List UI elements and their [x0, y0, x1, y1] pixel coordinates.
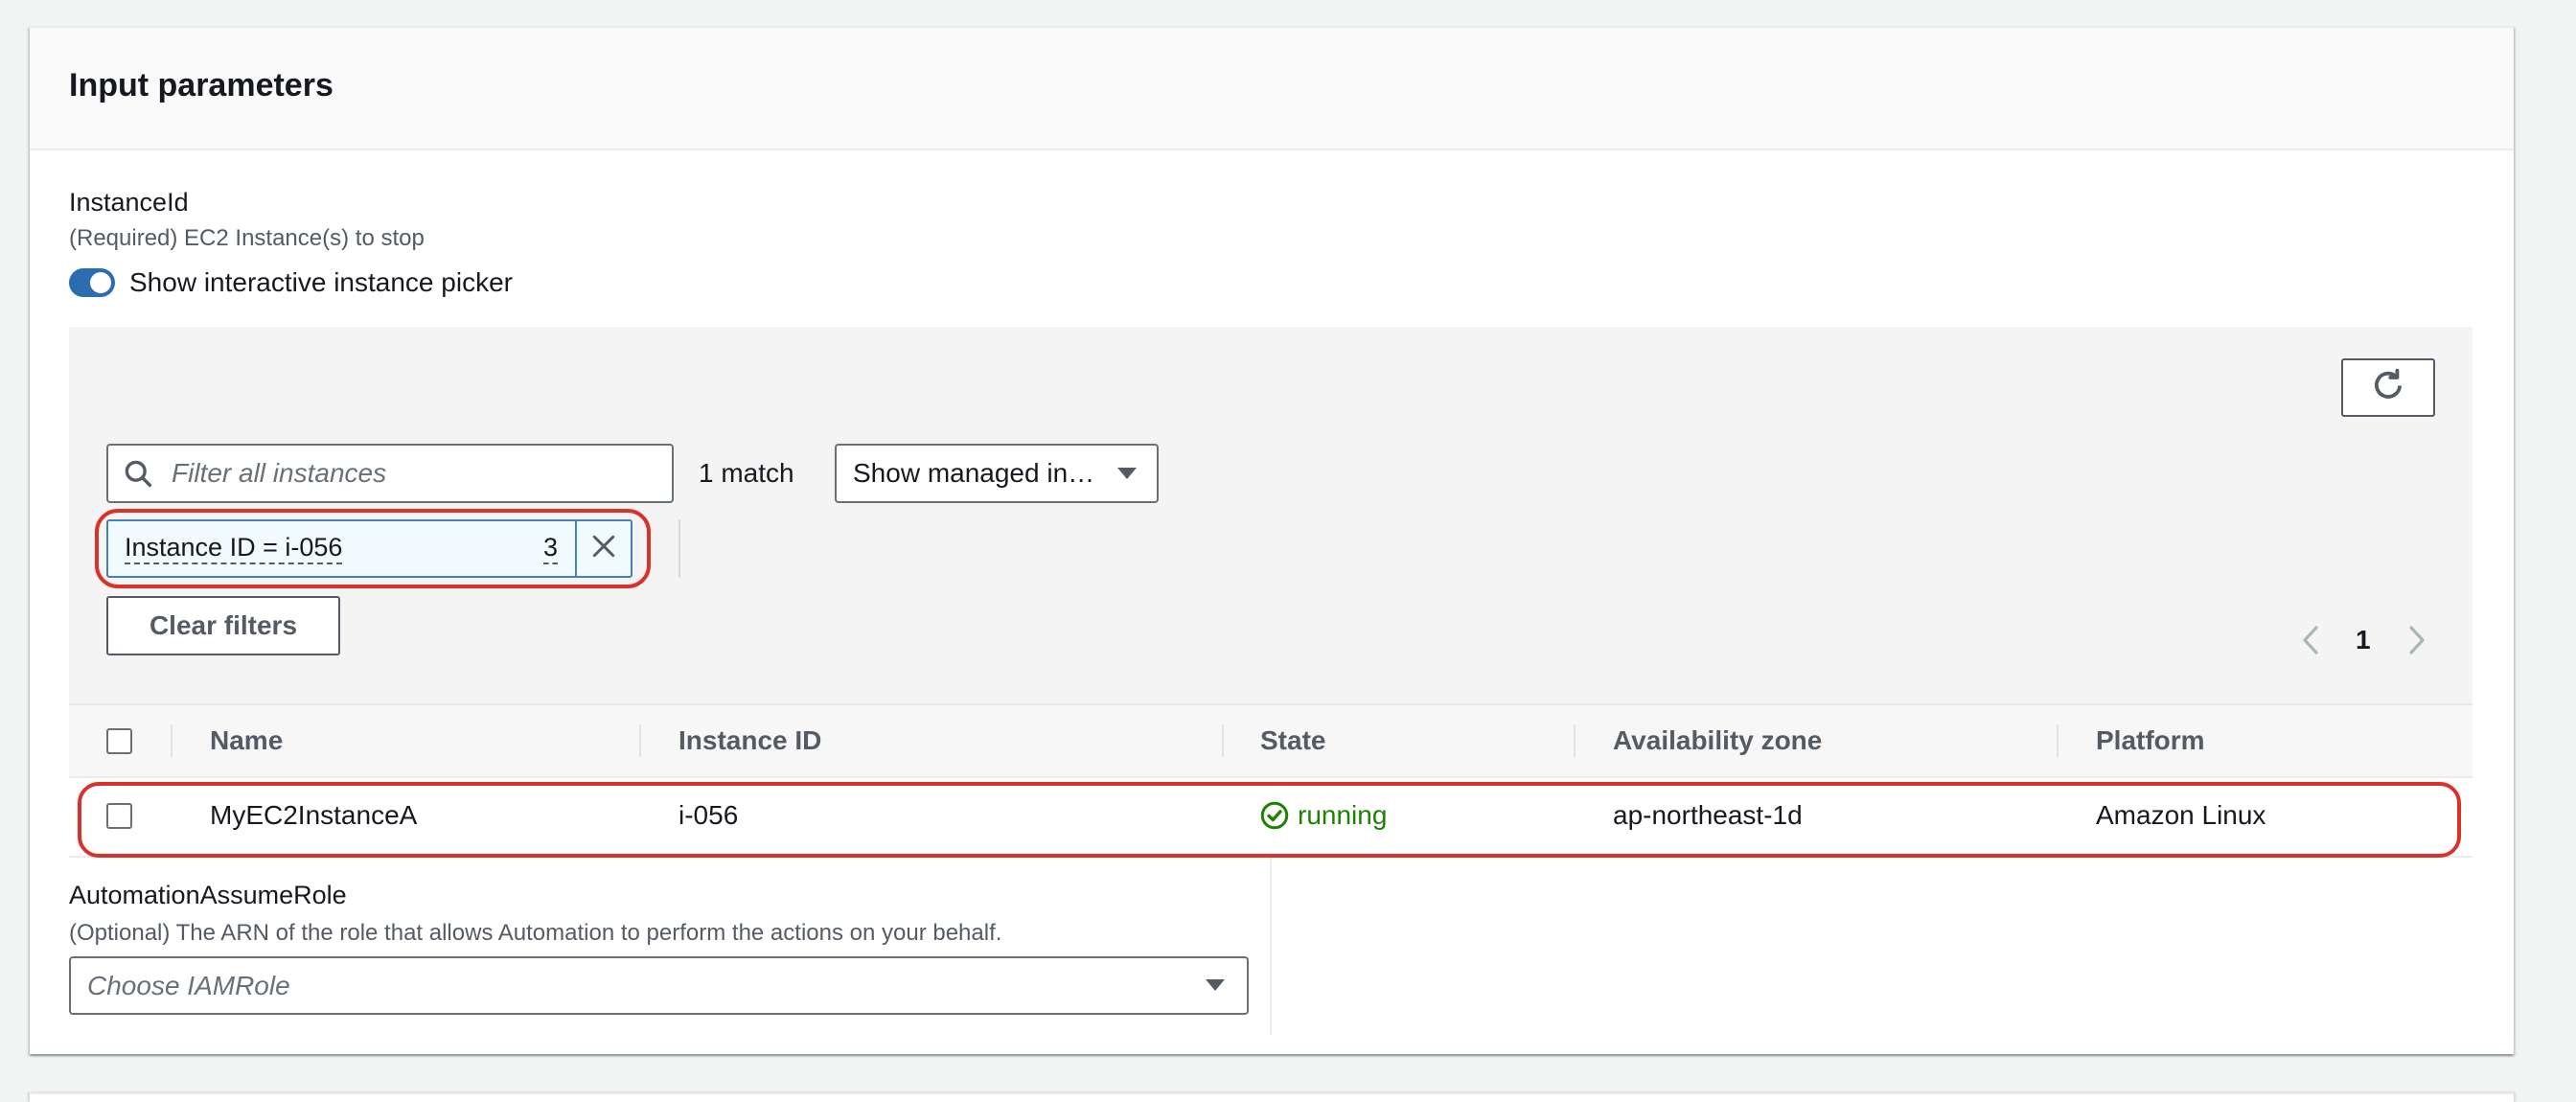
match-count: 1 match: [699, 458, 794, 488]
cell-name: MyEC2InstanceA: [210, 800, 418, 830]
status-check-icon: [1260, 801, 1289, 830]
next-panel: [30, 1092, 2514, 1102]
column-divider: [171, 724, 172, 757]
filter-token-text-tail[interactable]: 3: [543, 532, 559, 564]
column-divider: [2057, 724, 2058, 757]
select-all-checkbox[interactable]: [106, 728, 132, 754]
caret-down-icon: [1116, 467, 1138, 480]
cell-instance-id: i-056: [678, 800, 739, 830]
row-select-checkbox[interactable]: [106, 803, 132, 829]
clear-filters-button[interactable]: Clear filters: [106, 596, 340, 655]
column-divider: [639, 724, 641, 757]
filter-token: Instance ID = i-056 3: [106, 519, 632, 578]
cell-state: running: [1298, 800, 1388, 830]
filter-token-dismiss-button[interactable]: [575, 521, 631, 576]
column-divider: [1574, 724, 1576, 757]
cell-platform: Amazon Linux: [2096, 800, 2266, 830]
instance-id-description: (Required) EC2 Instance(s) to stop: [69, 225, 425, 251]
current-page-number[interactable]: 1: [2356, 624, 2371, 656]
automation-assume-role-label: AutomationAssumeRole: [69, 881, 347, 909]
toggle-knob: [90, 272, 111, 293]
panel-title: Input parameters: [69, 67, 334, 103]
column-header-instance-id[interactable]: Instance ID: [678, 724, 821, 757]
refresh-button[interactable]: [2341, 358, 2435, 417]
cell-availability-zone: ap-northeast-1d: [1613, 800, 1803, 830]
instance-picker-toggle[interactable]: [69, 268, 115, 297]
iam-role-select-placeholder: Choose IAMRole: [87, 971, 290, 1000]
iam-role-select[interactable]: Choose IAMRole: [69, 956, 1249, 1015]
instance-id-label: InstanceId: [69, 188, 189, 217]
chevron-right-icon[interactable]: [2407, 625, 2426, 655]
refresh-icon: [2371, 368, 2405, 407]
chevron-left-icon[interactable]: [2301, 625, 2320, 655]
table-row[interactable]: MyEC2InstanceA i-056 running ap-northeas…: [69, 778, 2472, 858]
close-icon: [591, 534, 616, 563]
column-header-name[interactable]: Name: [210, 724, 283, 757]
column-header-availability-zone[interactable]: Availability zone: [1613, 724, 1822, 757]
token-separator: [678, 519, 680, 578]
column-divider: [1222, 724, 1224, 757]
column-header-platform[interactable]: Platform: [2096, 724, 2205, 757]
table-header: Name Instance ID State Availability zone…: [69, 703, 2472, 778]
filter-instances-field: [106, 444, 674, 503]
managed-instances-select-value: Show managed in…: [853, 458, 1095, 488]
input-parameters-panel: Input parameters InstanceId (Required) E…: [30, 26, 2514, 1054]
panel-header: Input parameters: [30, 28, 2514, 150]
picker-toolbar: [69, 327, 2472, 703]
instance-picker: 1 match Show managed in… Instance ID = i…: [69, 327, 2472, 858]
caret-down-icon: [1205, 978, 1226, 992]
column-header-state[interactable]: State: [1260, 724, 1325, 757]
automation-assume-role-description: (Optional) The ARN of the role that allo…: [69, 920, 1002, 946]
instance-picker-toggle-label[interactable]: Show interactive instance picker: [129, 266, 513, 299]
filter-token-text[interactable]: Instance ID = i-056: [125, 532, 343, 564]
managed-instances-select[interactable]: Show managed in…: [835, 444, 1159, 503]
column-divider-vertical: [1270, 858, 1272, 1035]
filter-instances-input[interactable]: [108, 446, 672, 501]
